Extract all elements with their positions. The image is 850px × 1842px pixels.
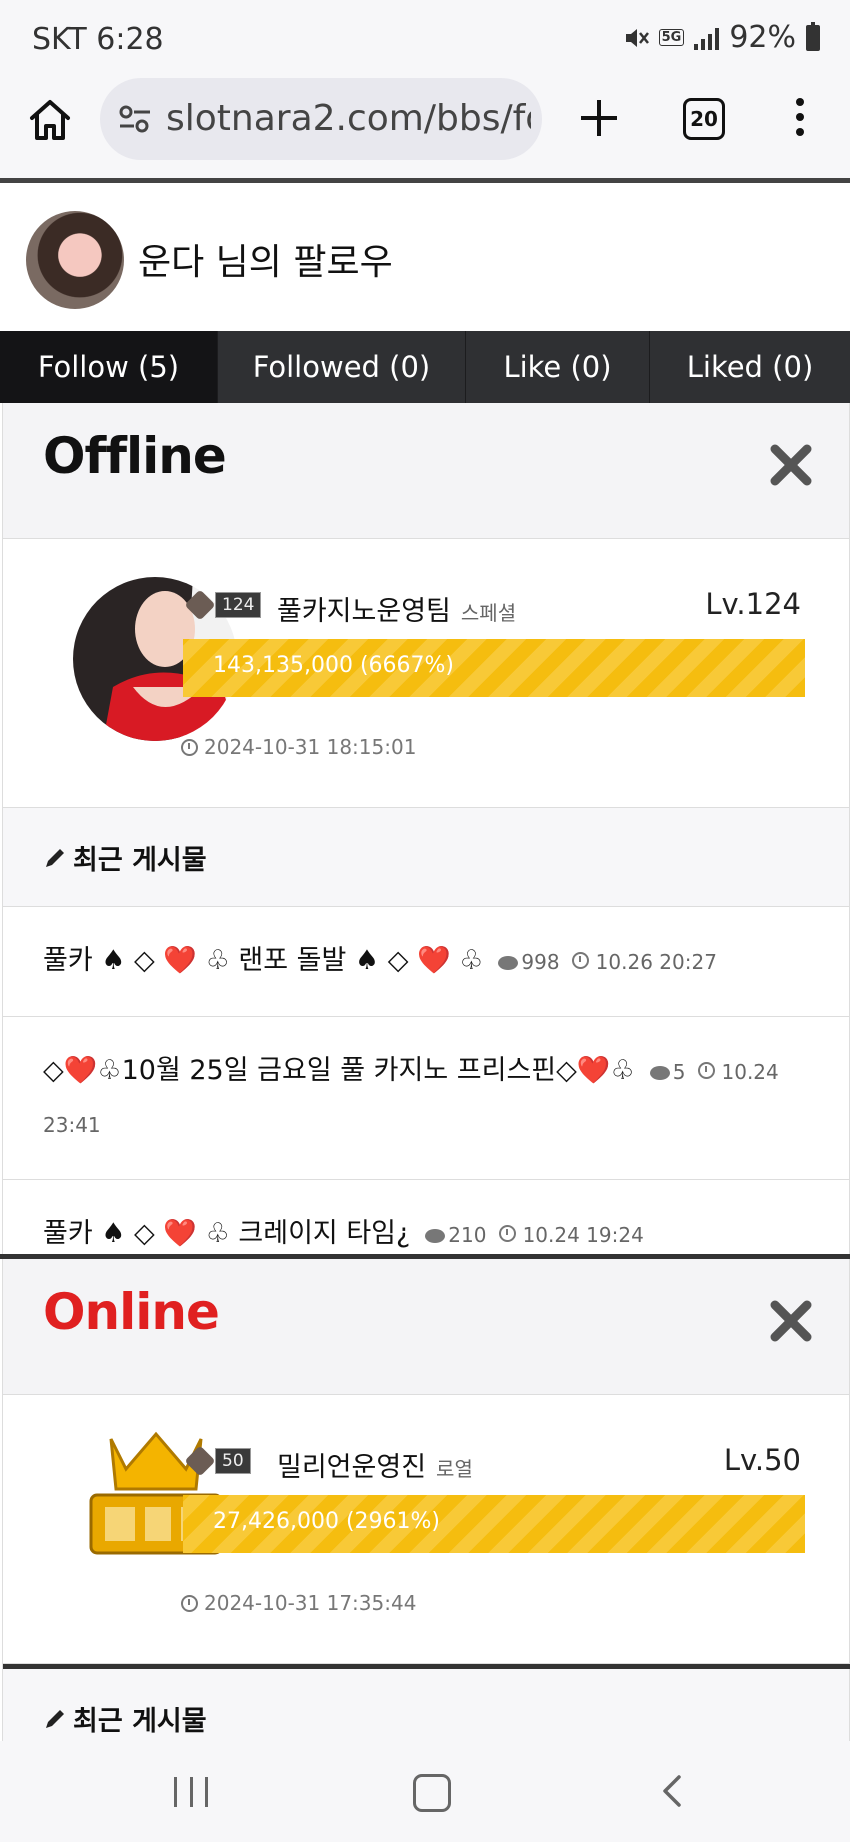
- member-name[interactable]: 풀카지노운영팀 스페셜: [277, 589, 516, 628]
- clock-icon: [698, 1062, 716, 1079]
- follow-tabs: Follow (5) Followed (0) Like (0) Liked (…: [0, 331, 850, 403]
- home-button[interactable]: [413, 1774, 451, 1812]
- member-info: 50 밀리언운영진 로열 Lv.50 27,426,000 (2961%) 202…: [3, 1395, 849, 1664]
- close-icon[interactable]: [769, 1299, 813, 1343]
- level-gem-icon: [184, 1445, 216, 1477]
- comment-icon: [649, 1066, 670, 1080]
- post-meta: 998 10.26 20:27: [492, 950, 717, 974]
- status-label: Offline: [43, 427, 227, 485]
- status-label: Online: [43, 1283, 220, 1341]
- comment-icon: [425, 1229, 446, 1243]
- status-icons: 5G 92%: [623, 20, 820, 55]
- pencil-icon: [46, 848, 64, 867]
- pencil-icon: [46, 1709, 64, 1728]
- close-icon[interactable]: [769, 443, 813, 487]
- browser-toolbar: slotnara2.com/bbs/fo 20: [0, 78, 850, 178]
- home-icon[interactable]: [26, 96, 74, 144]
- page-title: 운다 님의 팔로우: [138, 242, 393, 283]
- page-content: 운다 님의 팔로우 Follow (5) Followed (0) Like (…: [0, 183, 850, 1741]
- address-bar[interactable]: slotnara2.com/bbs/fo: [100, 78, 542, 160]
- level-badge: 50: [184, 1445, 251, 1477]
- exp-value: 143,135,000 (6667%): [213, 653, 455, 678]
- clock-icon: [572, 952, 590, 969]
- status-time: SKT 6:28: [32, 22, 164, 57]
- profile-header: 운다 님의 팔로우: [0, 183, 850, 331]
- back-icon[interactable]: [655, 1773, 691, 1809]
- post-title[interactable]: 풀카 ♠ ◇ ❤️ ♧ 랜포 돌발 ♠ ◇ ❤️ ♧: [43, 945, 483, 976]
- exp-bar: 143,135,000 (6667%): [183, 639, 805, 697]
- new-tab-icon[interactable]: [577, 96, 621, 140]
- mute-icon: [625, 28, 649, 47]
- url-text[interactable]: slotnara2.com/bbs/fo: [166, 98, 531, 139]
- tab-switcher-button[interactable]: 20: [683, 98, 725, 140]
- exp-value: 27,426,000 (2961%): [213, 1509, 441, 1534]
- network-5g-icon: 5G: [658, 29, 685, 46]
- clock-icon: [181, 1594, 198, 1612]
- member-grade: 로열: [436, 1457, 473, 1481]
- tab-like[interactable]: Like (0): [466, 331, 650, 403]
- last-seen: 2024-10-31 18:15:01: [181, 735, 416, 759]
- post-title[interactable]: 풀카 ♠ ◇ ❤️ ♧ 크레이지 타임¿: [43, 1218, 410, 1249]
- recent-apps-button[interactable]: [174, 1777, 208, 1807]
- tab-followed[interactable]: Followed (0): [218, 331, 466, 403]
- member-card-offline: Offline 124 풀카지노운영팀 스페셜 Lv.124 143,135,00…: [2, 403, 850, 1290]
- level-gem-icon: [184, 589, 216, 621]
- member-card-online: Online 50 밀리언운영진 로열 Lv.50 27,426,000 (296…: [2, 1259, 850, 1741]
- status-bar: SKT 6:28 5G 92%: [0, 0, 850, 78]
- member-level: Lv.124: [705, 587, 801, 621]
- post-meta: 210 10.24 19:24: [419, 1223, 644, 1247]
- level-badge: 124: [184, 589, 262, 621]
- recent-posts-header: 최근 게시물: [3, 808, 849, 907]
- site-settings-icon[interactable]: [118, 102, 152, 136]
- clock-icon: [181, 738, 198, 756]
- post-title[interactable]: ◇❤️♧10월 25일 금요일 풀 카지노 프리스핀◇❤️♧: [43, 1055, 635, 1086]
- member-level: Lv.50: [723, 1443, 801, 1477]
- comment-icon: [498, 956, 519, 970]
- card-header: Online: [3, 1259, 849, 1395]
- member-info: 124 풀카지노운영팀 스페셜 Lv.124 143,135,000 (6667%…: [3, 539, 849, 808]
- card-header: Offline: [3, 403, 849, 539]
- battery-percent: 92%: [729, 20, 796, 55]
- recent-posts-header: 최근 게시물: [3, 1669, 849, 1741]
- list-item[interactable]: ◇❤️♧10월 25일 금요일 풀 카지노 프리스핀◇❤️♧ 5 10.24 2…: [3, 1017, 849, 1180]
- member-name[interactable]: 밀리언운영진 로열: [277, 1445, 473, 1484]
- list-item[interactable]: 풀카 ♠ ◇ ❤️ ♧ 랜포 돌발 ♠ ◇ ❤️ ♧ 998 10.26 20:…: [3, 907, 849, 1017]
- signal-icon: [694, 26, 720, 50]
- more-menu-icon[interactable]: [790, 98, 810, 142]
- exp-bar: 27,426,000 (2961%): [183, 1495, 805, 1553]
- tab-liked[interactable]: Liked (0): [650, 331, 850, 403]
- tab-follow[interactable]: Follow (5): [0, 331, 218, 403]
- clock-icon: [499, 1225, 517, 1242]
- system-nav-bar: [0, 1741, 850, 1842]
- avatar: [26, 211, 124, 309]
- member-grade: 스페셜: [460, 601, 517, 625]
- battery-icon: [806, 21, 820, 51]
- last-seen: 2024-10-31 17:35:44: [181, 1591, 416, 1615]
